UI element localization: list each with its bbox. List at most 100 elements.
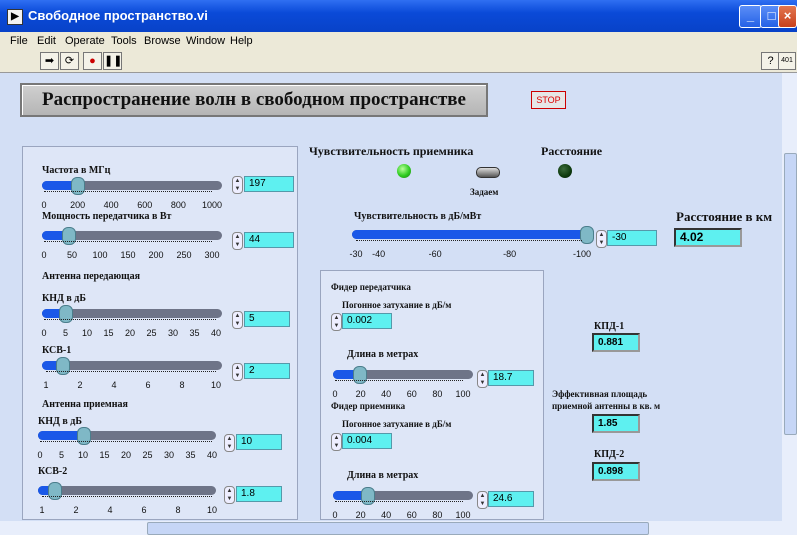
horizontal-scroll-thumb[interactable] [147,522,649,535]
tick-label: 600 [137,200,153,210]
power-input[interactable]: 44 [244,232,294,248]
tick-line [42,496,212,504]
menu-file[interactable]: File [10,35,28,47]
area-label-1: Эффективная площадь [552,389,648,399]
kpd2-indicator: 0.898 [592,462,640,481]
tick-label: 30 [163,450,175,460]
distance-km-label: Расстояние в км [676,209,773,224]
tick-label: 300 [204,250,220,260]
vertical-scroll-thumb[interactable] [784,153,797,435]
slider-track[interactable] [352,226,594,244]
front-panel: Распространение волн в свободном простра… [0,73,782,521]
tick-label: 20 [355,510,366,520]
tick-label: 400 [103,200,119,210]
tick-label: 100 [455,389,471,399]
tick-line [356,240,582,248]
slider-track[interactable] [42,357,222,375]
slider-thumb[interactable] [580,226,594,244]
ksv1-spin[interactable]: ▲ ▼ [232,363,243,381]
slider-fill [352,230,592,239]
mode-toggle-switch[interactable] [476,167,500,178]
tx-antenna-title: Антенна передающая [42,271,140,282]
ksv1-input[interactable]: 2 [244,363,290,379]
tick-label: 0 [41,250,47,260]
tick-label: 40 [206,450,218,460]
slider-track[interactable] [38,482,216,500]
vertical-scrollbar[interactable] [782,73,797,521]
rx-loss-input[interactable]: 0.004 [342,433,392,449]
tick-label: -30 [349,249,363,259]
run-continuously-icon[interactable]: ⟳ [60,52,79,70]
labview-window: ▶ Свободное пространство.vi _ □ × File E… [0,0,797,535]
menu-help[interactable]: Help [230,35,253,47]
tick-label: 4 [111,380,117,390]
tick-label: 150 [120,250,136,260]
slider-track[interactable] [42,305,222,323]
ksv1-label: КСВ-1 [42,345,72,356]
close-button[interactable]: × [778,5,797,28]
tick-label: 35 [189,328,200,338]
sensitivity-spin[interactable]: ▲ ▼ [596,230,607,248]
tx-loss-input[interactable]: 0.002 [342,313,392,329]
tick-line [44,191,212,199]
tick-label: 5 [62,328,69,338]
tx-loss-spin[interactable]: ▲ ▼ [331,313,342,331]
slider-fill [38,431,83,440]
tick-label: 4 [107,505,113,515]
distance-led [558,164,572,178]
tx-knd-input[interactable]: 5 [244,311,290,327]
tick-label: 25 [146,328,157,338]
tick-label: 80 [432,510,443,520]
tick-label: 25 [142,450,153,460]
slider-track[interactable] [38,427,216,445]
distance-mode-label: Расстояние [541,144,603,158]
tick-label: 250 [176,250,192,260]
tick-label: 0 [332,510,338,520]
ksv2-input[interactable]: 1.8 [236,486,282,502]
toolbar: ➡ ⟳ ● ❚❚ ? 401 [0,50,797,73]
tick-label: 40 [381,389,392,399]
tick-label: 15 [99,450,110,460]
menu-edit[interactable]: Edit [37,35,56,47]
slider-track[interactable] [333,366,473,384]
ksv2-spin[interactable]: ▲ ▼ [224,486,235,504]
ksv2-label: КСВ-2 [38,466,68,477]
title-bar[interactable]: ▶ Свободное пространство.vi _ □ × [0,0,797,33]
freq-input[interactable]: 197 [244,176,294,192]
tx-len-spin[interactable]: ▲ ▼ [477,370,488,388]
kpd1-indicator: 0.881 [592,333,640,352]
tick-label: 40 [210,328,222,338]
tick-line [44,319,216,327]
rx-len-spin[interactable]: ▲ ▼ [477,491,488,509]
tx-knd-spin[interactable]: ▲ ▼ [232,311,243,329]
tx-len-input[interactable]: 18.7 [488,370,534,386]
freq-spin[interactable]: ▲ ▼ [232,176,243,194]
tick-label: 0 [41,200,47,210]
menu-operate[interactable]: Operate [65,35,105,47]
power-spin[interactable]: ▲ ▼ [232,232,243,250]
menu-window[interactable]: Window [186,35,225,47]
rx-len-input[interactable]: 24.6 [488,491,534,507]
abort-icon[interactable]: ● [83,52,102,70]
rx-loss-spin[interactable]: ▲ ▼ [331,433,342,451]
pause-icon[interactable]: ❚❚ [103,52,122,70]
minimize-button[interactable]: _ [739,5,762,28]
tick-label: 1 [43,380,49,390]
slider-track[interactable] [333,487,473,505]
run-arrow-icon[interactable]: ➡ [40,52,59,70]
tick-label: 2 [77,380,83,390]
menu-tools[interactable]: Tools [111,35,137,47]
stop-button[interactable]: STOP [531,91,566,109]
window-title: Свободное пространство.vi [28,8,208,23]
freq-label: Частота в МГц [42,165,111,176]
tx-len-label: Длина в метрах [347,349,419,360]
slider-track[interactable] [42,227,222,245]
menu-browse[interactable]: Browse [144,35,181,47]
sensitivity-input[interactable]: -30 [607,230,657,246]
rx-knd-spin[interactable]: ▲ ▼ [224,434,235,452]
slider-track[interactable] [42,177,222,195]
horizontal-scrollbar[interactable] [0,521,797,535]
tick-label: 2 [73,505,79,515]
tick-label: 10 [206,505,218,515]
rx-knd-input[interactable]: 10 [236,434,282,450]
